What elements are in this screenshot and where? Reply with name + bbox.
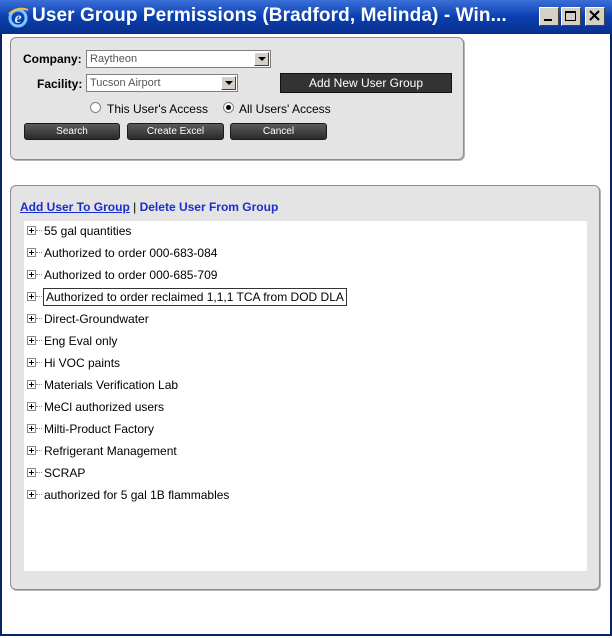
- tree-connector: [36, 252, 42, 253]
- expand-plus-icon[interactable]: [27, 358, 36, 367]
- expand-plus-icon[interactable]: [27, 468, 36, 477]
- expand-plus-icon[interactable]: [27, 336, 36, 345]
- tree-item[interactable]: authorized for 5 gal 1B flammables: [24, 485, 584, 507]
- tree-item-label[interactable]: Materials Verification Lab: [44, 378, 178, 392]
- tree-item-label[interactable]: Eng Eval only: [44, 334, 117, 348]
- radio-this-users-access[interactable]: [90, 102, 101, 113]
- delete-user-from-group-link[interactable]: Delete User From Group: [140, 200, 279, 214]
- tree-item[interactable]: 55 gal quantities: [24, 221, 584, 243]
- radio-all-users-access-label: All Users' Access: [239, 102, 331, 116]
- expand-plus-icon[interactable]: [27, 248, 36, 257]
- close-button[interactable]: [585, 7, 605, 26]
- maximize-icon: [565, 11, 576, 21]
- tree-item-label[interactable]: MeCl authorized users: [44, 400, 164, 414]
- tree-item-label[interactable]: Hi VOC paints: [44, 356, 120, 370]
- close-icon: [589, 10, 600, 21]
- radio-this-users-access-label: This User's Access: [107, 102, 208, 116]
- add-user-to-group-link[interactable]: Add User To Group: [20, 200, 130, 214]
- facility-label: Facility:: [37, 77, 83, 91]
- tree-item-label[interactable]: Authorized to order 000-683-084: [44, 246, 217, 260]
- separator: |: [133, 200, 137, 214]
- tree-item[interactable]: Milti-Product Factory: [24, 419, 584, 441]
- company-label: Company:: [23, 52, 82, 66]
- facility-value: Tucson Airport: [90, 77, 161, 89]
- expand-plus-icon[interactable]: [27, 380, 36, 389]
- tree-connector: [36, 472, 42, 473]
- tree-item[interactable]: Authorized to order reclaimed 1,1,1 TCA …: [24, 287, 584, 309]
- internet-explorer-icon: e: [8, 7, 29, 28]
- tree-connector: [36, 230, 42, 231]
- tree-item-label[interactable]: Milti-Product Factory: [44, 422, 154, 436]
- tree-item[interactable]: Eng Eval only: [24, 331, 584, 353]
- tree-connector: [36, 340, 42, 341]
- tree-item-label[interactable]: Authorized to order reclaimed 1,1,1 TCA …: [43, 288, 347, 306]
- window-title: User Group Permissions (Bradford, Melind…: [32, 5, 507, 26]
- tree-item-label[interactable]: 55 gal quantities: [44, 224, 131, 238]
- title-bar: e User Group Permissions (Bradford, Meli…: [0, 0, 612, 34]
- tree-item-label[interactable]: SCRAP: [44, 466, 85, 480]
- tree-connector: [36, 274, 42, 275]
- search-button[interactable]: Search: [24, 123, 120, 140]
- svg-text:e: e: [14, 10, 21, 27]
- tree-connector: [36, 494, 42, 495]
- chevron-down-icon[interactable]: [254, 52, 269, 66]
- company-select[interactable]: Raytheon: [86, 50, 271, 68]
- expand-plus-icon[interactable]: [27, 446, 36, 455]
- expand-plus-icon[interactable]: [27, 314, 36, 323]
- tree-item[interactable]: SCRAP: [24, 463, 584, 485]
- tree-item-label[interactable]: Refrigerant Management: [44, 444, 177, 458]
- tree-item-label[interactable]: Authorized to order 000-685-709: [44, 268, 217, 282]
- tree-item-label[interactable]: Direct-Groundwater: [44, 312, 149, 326]
- expand-plus-icon[interactable]: [27, 490, 36, 499]
- chevron-down-icon[interactable]: [221, 76, 236, 90]
- maximize-button[interactable]: [561, 7, 581, 26]
- expand-plus-icon[interactable]: [27, 270, 36, 279]
- minimize-button[interactable]: [539, 7, 559, 26]
- tree-connector: [36, 318, 42, 319]
- group-tree: 55 gal quantities Authorized to order 000…: [24, 221, 587, 571]
- tree-item[interactable]: Refrigerant Management: [24, 441, 584, 463]
- add-new-user-group-button[interactable]: Add New User Group: [280, 73, 452, 93]
- minimize-icon: [544, 19, 552, 21]
- tree-connector: [36, 296, 42, 297]
- tree-item[interactable]: Hi VOC paints: [24, 353, 584, 375]
- company-value: Raytheon: [90, 53, 138, 65]
- expand-plus-icon[interactable]: [27, 424, 36, 433]
- tree-connector: [36, 362, 42, 363]
- radio-all-users-access[interactable]: [223, 102, 234, 113]
- expand-plus-icon[interactable]: [27, 402, 36, 411]
- tree-connector: [36, 406, 42, 407]
- tree-item[interactable]: Direct-Groundwater: [24, 309, 584, 331]
- tree-item[interactable]: Authorized to order 000-683-084: [24, 243, 584, 265]
- tree-item-label[interactable]: authorized for 5 gal 1B flammables: [44, 488, 229, 502]
- facility-select[interactable]: Tucson Airport: [86, 74, 238, 92]
- tree-item[interactable]: Materials Verification Lab: [24, 375, 584, 397]
- tree-item[interactable]: Authorized to order 000-685-709: [24, 265, 584, 287]
- create-excel-button[interactable]: Create Excel: [127, 123, 224, 140]
- tree-connector: [36, 384, 42, 385]
- tree-connector: [36, 428, 42, 429]
- tree-item[interactable]: MeCl authorized users: [24, 397, 584, 419]
- tree-connector: [36, 450, 42, 451]
- group-actions: Add User To Group | Delete User From Gro…: [20, 200, 278, 214]
- cancel-button[interactable]: Cancel: [230, 123, 327, 140]
- expand-plus-icon[interactable]: [27, 226, 36, 235]
- expand-plus-icon[interactable]: [27, 292, 36, 301]
